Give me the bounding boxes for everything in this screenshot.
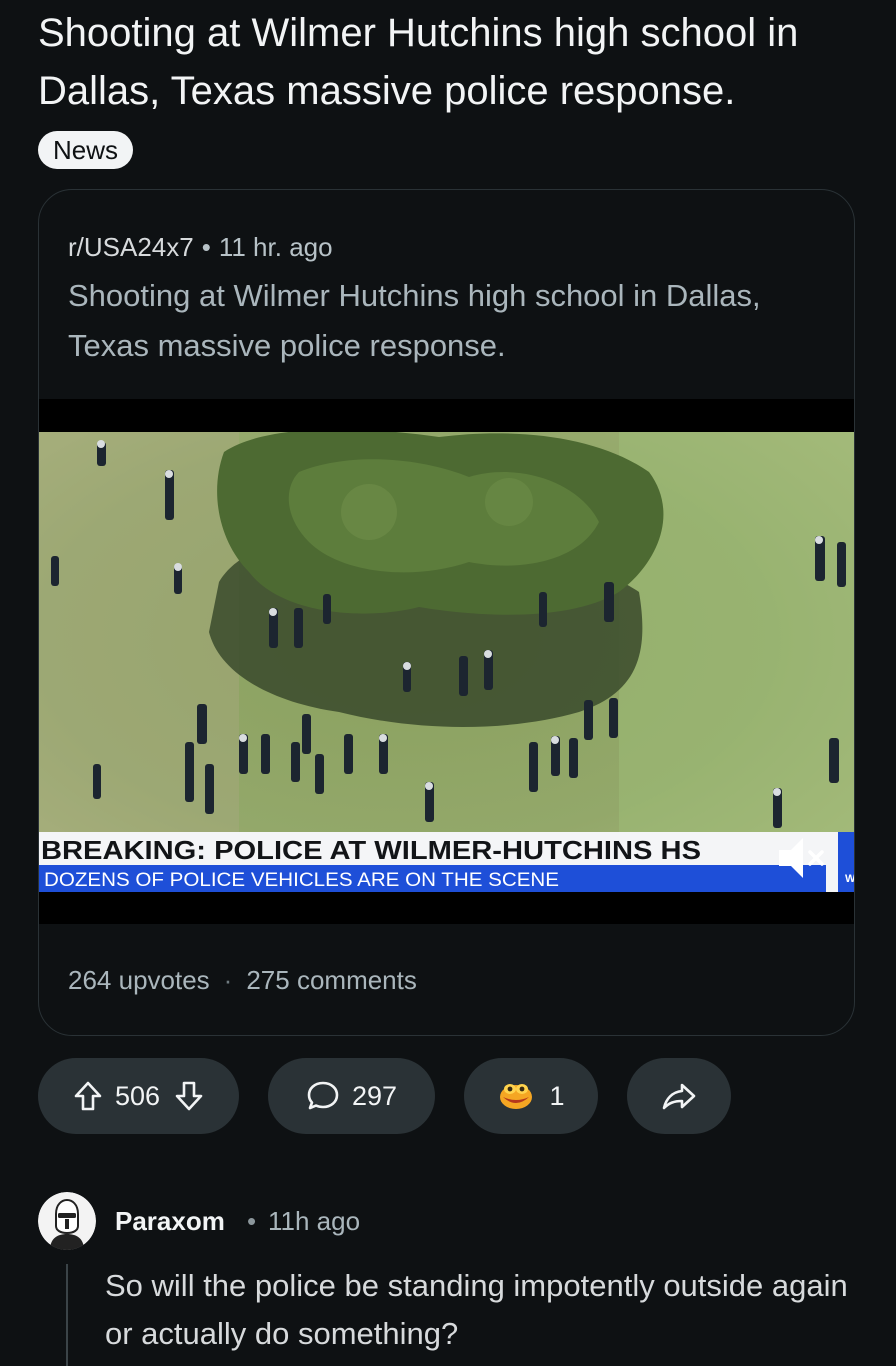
comment-meta-separator: • [247,1206,257,1236]
post-title: Shooting at Wilmer Hutchins high school … [38,11,799,113]
video-headline: BREAKING: POLICE AT WILMER-HUTCHINS HS [41,835,701,865]
stats-separator: · [223,965,233,995]
thread-line[interactable] [66,1264,68,1366]
vote-count: 506 [114,1080,161,1111]
video-frame: BREAKING: POLICE AT WILMER-HUTCHINS HS D… [39,432,855,892]
crosspost-comments[interactable]: 275 comments [246,965,417,995]
vote-bar: 506 [38,1058,239,1134]
meta-separator: • [201,232,211,262]
comment-count: 297 [351,1080,398,1111]
crosspost-upvotes: 264 upvotes [68,965,210,995]
channel-logo: W [845,873,855,885]
comments-button[interactable]: 297 [268,1058,435,1134]
comment-body: So will the police be standing impotentl… [105,1268,848,1351]
video-player[interactable]: BREAKING: POLICE AT WILMER-HUTCHINS HS D… [39,399,855,924]
comment-avatar[interactable] [38,1192,96,1250]
speech-bubble-icon [307,1081,339,1110]
comment-age: 11h ago [268,1206,361,1236]
crosspost-subreddit[interactable]: r/USA24x7 [68,232,194,262]
award-button[interactable]: 1 [464,1058,598,1134]
video-ticker: DOZENS OF POLICE VEHICLES ARE ON THE SCE… [44,870,559,891]
comment-author[interactable]: Paraxom [115,1202,225,1240]
award-icon [500,1084,533,1109]
arrow-down-icon[interactable] [174,1080,204,1112]
share-button[interactable] [627,1058,731,1134]
arrow-up-icon[interactable] [73,1080,103,1112]
crosspost-stats: 264 upvotes · 275 comments [68,960,417,1000]
crosspost-meta: r/USA24x7 • 11 hr. ago [68,227,333,267]
share-arrow-icon [662,1083,696,1110]
crosspost-card[interactable]: r/USA24x7 • 11 hr. ago Shooting at Wilmer … [38,189,855,1036]
crosspost-age: 11 hr. ago [218,232,333,262]
crosspost-title[interactable]: Shooting at Wilmer Hutchins high school … [68,271,838,371]
post-flair[interactable]: News [38,131,134,169]
award-count: 1 [549,1080,565,1111]
